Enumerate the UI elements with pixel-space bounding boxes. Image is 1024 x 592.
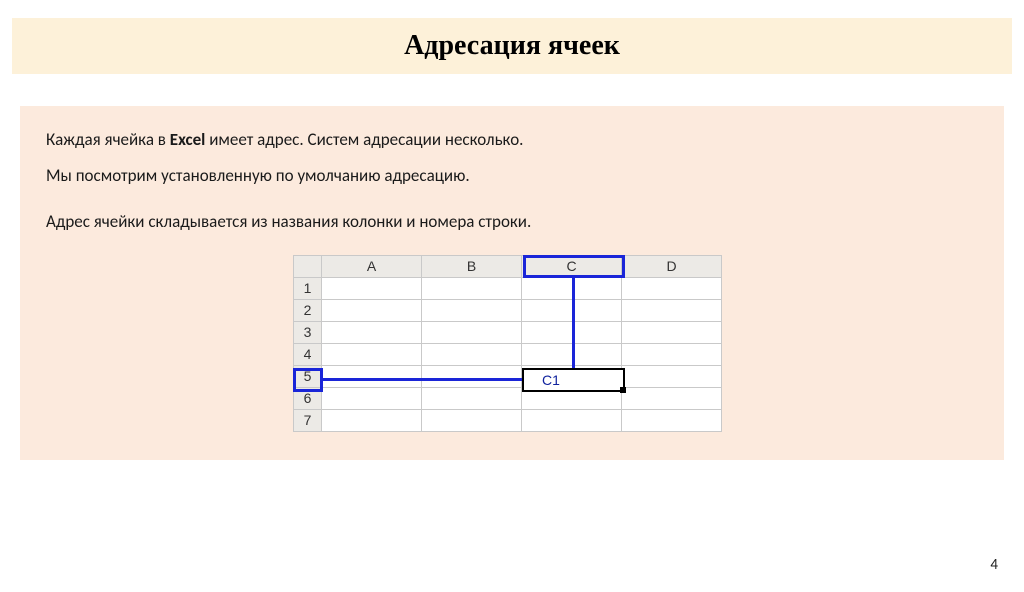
title-bar: Адресация ячеек [12, 18, 1012, 74]
paragraph-1: Каждая ячейка в Excel имеет адрес. Систе… [46, 128, 978, 152]
cell [422, 278, 522, 300]
cell [622, 388, 722, 410]
row-header-5: 5 [294, 366, 322, 388]
cell [322, 388, 422, 410]
cell [622, 366, 722, 388]
cell [322, 322, 422, 344]
cell [422, 388, 522, 410]
cell [522, 300, 622, 322]
col-header-b: B [422, 256, 522, 278]
cell [422, 366, 522, 388]
row-header-2: 2 [294, 300, 322, 322]
paragraph-3: Адрес ячейки складывается из названия ко… [46, 210, 978, 234]
row-header-6: 6 [294, 388, 322, 410]
fill-handle [620, 387, 626, 393]
content-panel: Каждая ячейка в Excel имеет адрес. Систе… [20, 106, 1004, 460]
p1-post: имеет адрес. Систем адресации несколько. [205, 129, 523, 150]
p1-pre: Каждая ячейка в [46, 129, 170, 150]
page-number: 4 [990, 556, 998, 574]
spreadsheet-grid: A B C D 1 2 3 4 5 6 7 [293, 255, 722, 432]
cell [322, 366, 422, 388]
spreadsheet-figure: A B C D 1 2 3 4 5 6 7 C1 [293, 255, 731, 432]
cell [322, 410, 422, 432]
cell [522, 278, 622, 300]
cell [422, 322, 522, 344]
slide-title: Адресация ячеек [12, 30, 1012, 62]
col-header-a: A [322, 256, 422, 278]
cell [422, 410, 522, 432]
cell [322, 278, 422, 300]
cell [522, 410, 622, 432]
col-header-d: D [622, 256, 722, 278]
cell [522, 344, 622, 366]
cell [622, 322, 722, 344]
cell [322, 300, 422, 322]
paragraph-2: Мы посмотрим установленную по умолчанию … [46, 164, 978, 188]
row-header-7: 7 [294, 410, 322, 432]
cell [622, 300, 722, 322]
cell [622, 344, 722, 366]
cell [522, 322, 622, 344]
cell [622, 410, 722, 432]
corner-cell [294, 256, 322, 278]
target-cell: C1 [522, 368, 625, 392]
cell [422, 300, 522, 322]
target-cell-value: C1 [542, 371, 560, 391]
col-header-c: C [522, 256, 622, 278]
row-header-4: 4 [294, 344, 322, 366]
cell [622, 278, 722, 300]
row-header-3: 3 [294, 322, 322, 344]
row-header-1: 1 [294, 278, 322, 300]
p1-bold: Excel [170, 129, 206, 150]
cell [422, 344, 522, 366]
cell [322, 344, 422, 366]
